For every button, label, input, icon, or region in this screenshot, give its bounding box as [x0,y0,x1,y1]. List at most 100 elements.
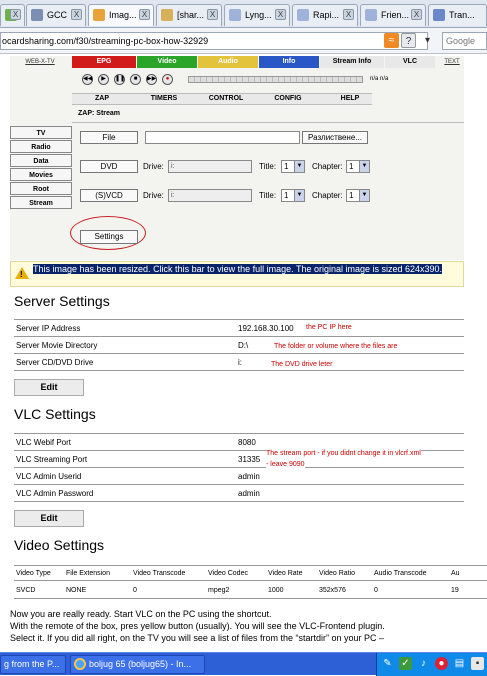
title-select[interactable]: 1 ▼ [281,189,305,202]
play-icon[interactable]: ▶ [98,74,109,85]
taskbar: g from the P... boljug 65 (boljug65) - I… [0,652,487,676]
speaker-icon[interactable]: ♪ [417,657,430,670]
favicon-icon [229,9,241,21]
browser-tab[interactable]: X [0,4,25,26]
drive-field[interactable]: i: [168,189,252,202]
title-label: Title: [259,191,277,200]
tab-stream-info[interactable]: Stream Info [320,56,384,68]
side-item-radio[interactable]: Radio [10,140,72,153]
body-text-line: Now you are really ready. Start VLC on t… [10,609,272,619]
file-path-input[interactable] [145,131,300,144]
close-tab-icon[interactable]: X [411,9,422,20]
url-input[interactable]: ocardsharing.com/f30/streaming-pc-box-ho… [0,32,428,50]
taskbar-button[interactable]: g from the P... [0,655,66,674]
browser-tab[interactable]: [shar... X [156,4,222,26]
vlc-edit-button[interactable]: Edit [14,510,84,527]
tab-label: [shar... [177,10,205,20]
browse-button[interactable]: Разлиствене... [302,131,368,144]
tab-vlc[interactable]: VLC [385,56,435,68]
network-icon[interactable]: ▤ [453,657,466,670]
tab-label: Lyng... [245,10,272,20]
close-tab-icon[interactable]: X [139,9,150,20]
chapter-select[interactable]: 1 ▼ [346,160,370,173]
app-icon[interactable]: ▪ [471,657,484,670]
drive-label: Drive: [143,191,164,200]
favicon-icon [297,9,309,21]
table-cell: 0 [374,587,378,594]
chapter-value: 1 [349,191,354,200]
side-item-root[interactable]: Root [10,182,72,195]
rewind-icon[interactable]: ◀◀ [82,74,93,85]
nav-timers[interactable]: TIMERS [134,93,194,105]
side-item-stream[interactable]: Stream [10,196,72,209]
tab-label: Rapi... [313,10,340,20]
svcd-button[interactable]: (S)VCD [80,189,138,202]
tab-video[interactable]: Video [137,56,197,68]
fast-forward-icon[interactable]: ▶▶ [146,74,157,85]
nav-zap[interactable]: ZAP [72,93,132,105]
table-cell: 0 [133,587,137,594]
favicon-icon [31,9,43,21]
title-value: 1 [284,191,289,200]
help-icon[interactable]: ? [401,33,416,48]
browser-tab[interactable]: Rapi... X [292,4,358,26]
setting-value: 192.168.30.100 [238,324,294,333]
browser-tab[interactable]: Lyng... X [224,4,290,26]
nav-help[interactable]: HELP [320,93,380,105]
close-tab-icon[interactable]: X [71,9,82,20]
table-cell: 352x576 [319,587,346,594]
browser-tab-strip: X GCC X Imag... X [shar... X Lyng... X R… [0,0,487,28]
browser-tab[interactable]: GCC X [26,4,86,26]
stop-icon[interactable]: ■ [130,74,141,85]
tab-label: Frien... [381,10,410,20]
table-cell: mpeg2 [208,587,230,594]
nav-control[interactable]: CONTROL [196,93,256,105]
browser-tab[interactable]: Frien... X [360,4,426,26]
tab-label: GCC [47,10,67,20]
pause-icon[interactable]: ❚❚ [114,74,125,85]
dvd-button[interactable]: DVD [80,160,138,173]
browser-tab[interactable]: Imag... X [88,4,154,26]
side-item-movies[interactable]: Movies [10,168,72,181]
antivirus-icon[interactable]: ● [435,657,448,670]
tab-epg[interactable]: EPG [72,56,136,68]
column-header: Au [451,570,460,577]
server-edit-button[interactable]: Edit [14,379,84,396]
close-tab-icon[interactable]: X [275,9,286,20]
resize-notice-bar[interactable]: ! This image has been resized. Click thi… [10,261,464,287]
record-icon[interactable]: ● [162,74,173,85]
close-tab-icon[interactable]: X [207,9,218,20]
text-link[interactable]: TEXT [440,56,464,68]
chevron-down-icon[interactable]: ▾ [420,33,435,48]
chevron-down-icon: ▼ [359,161,369,172]
pen-icon[interactable]: ✎ [381,657,394,670]
table-cell: SVCD [16,587,36,594]
check-icon[interactable]: ✓ [399,657,412,670]
column-header: File Extension [66,570,110,577]
close-tab-icon[interactable]: X [343,9,354,20]
tab-audio[interactable]: Audio [198,56,258,68]
chevron-down-icon: ▼ [294,161,304,172]
setting-value: 8080 [238,438,256,447]
taskbar-button-label: boljug 65 (boljug65) - In... [89,659,192,669]
settings-button[interactable]: Settings [80,230,138,244]
browser-tab[interactable]: Tran... [428,4,487,26]
chapter-select[interactable]: 1 ▼ [346,189,370,202]
table-row: Server CD/DVD Drive i: [14,354,464,371]
file-button[interactable]: File [80,131,138,144]
taskbar-button[interactable]: boljug 65 (boljug65) - In... [70,655,205,674]
progress-bar[interactable] [188,76,363,83]
annotation: The folder or volume where the files are [274,343,398,350]
title-select[interactable]: 1 ▼ [281,160,305,173]
chapter-label: Chapter: [312,191,343,200]
rss-feed-icon[interactable]: ≈ [384,33,399,48]
chapter-value: 1 [349,162,354,171]
tab-info[interactable]: Info [259,56,319,68]
close-tab-icon[interactable]: X [10,9,21,20]
system-tray: ✎ ✓ ♪ ● ▤ ▪ [376,653,487,676]
search-input[interactable]: Google [442,32,487,50]
drive-field[interactable]: i: [168,160,252,173]
side-item-tv[interactable]: TV [10,126,72,139]
side-item-data[interactable]: Data [10,154,72,167]
nav-config[interactable]: CONFIG [258,93,318,105]
